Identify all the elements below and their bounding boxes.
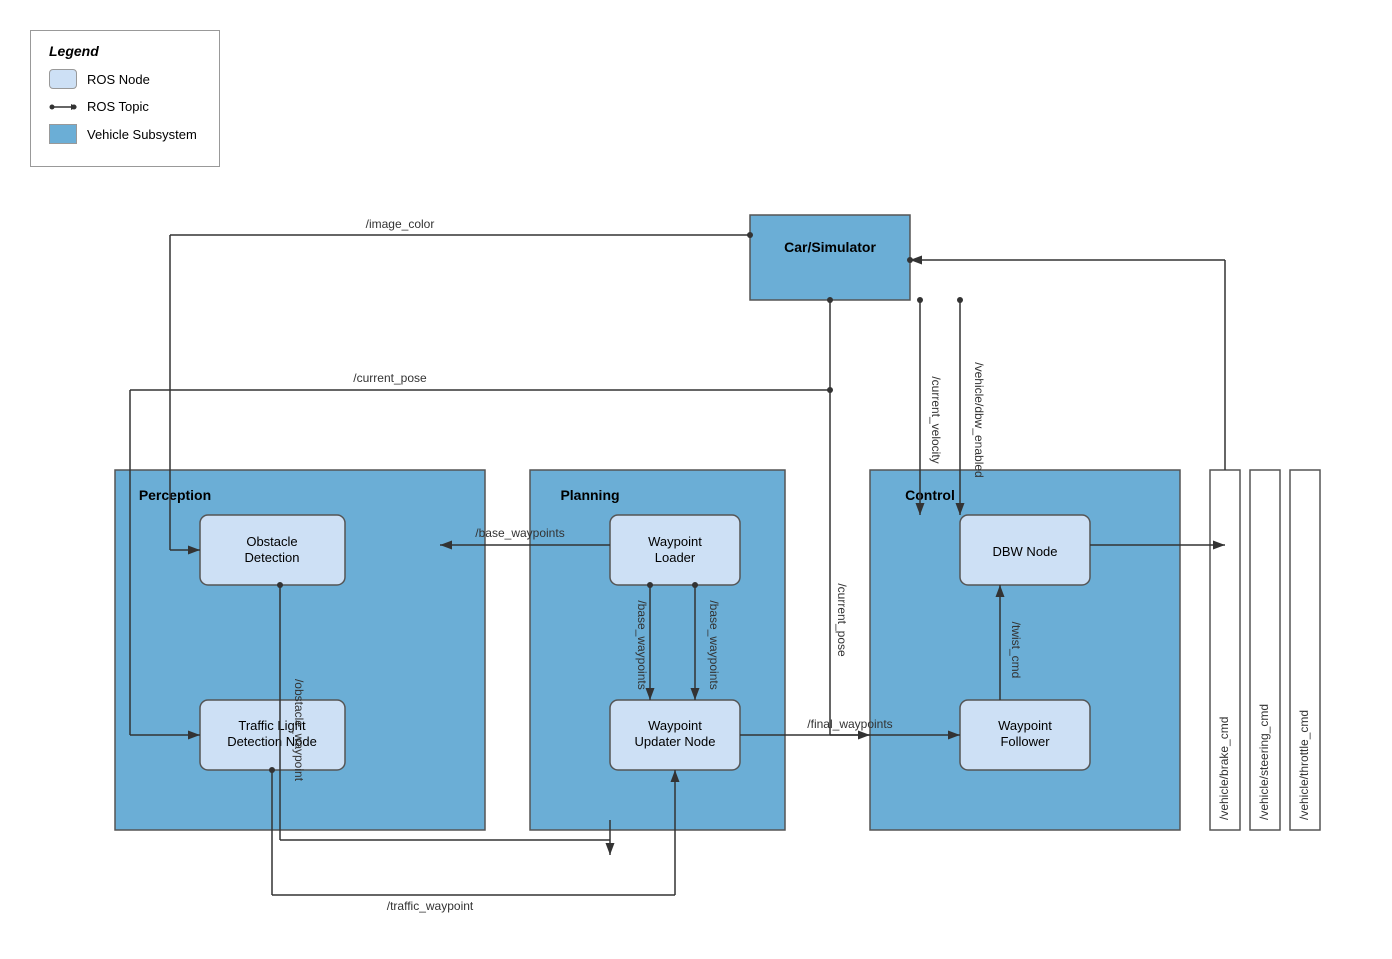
waypoint-follower-text2: Follower bbox=[1000, 734, 1050, 749]
current-pose-v-label: /current_pose bbox=[835, 583, 849, 657]
planning-label: Planning bbox=[560, 487, 619, 503]
base-waypoints-v1-label: /base_waypoints bbox=[635, 600, 649, 689]
image-color-label: /image_color bbox=[366, 217, 435, 231]
vehicle-brake-label: /vehicle/brake_cmd bbox=[1217, 717, 1231, 820]
current-velocity-label: /current_velocity bbox=[929, 376, 943, 463]
dbw-enabled-dot bbox=[957, 297, 963, 303]
obstacle-waypoint-dot bbox=[277, 582, 283, 588]
current-velocity-dot bbox=[917, 297, 923, 303]
base-waypoints-h-label: /base_waypoints bbox=[475, 526, 564, 540]
vehicle-throttle-label: /vehicle/throttle_cmd bbox=[1297, 710, 1311, 820]
vehicle-steering-label: /vehicle/steering_cmd bbox=[1257, 704, 1271, 820]
twist-cmd-label: /twist_cmd bbox=[1009, 622, 1023, 679]
current-pose-dot1 bbox=[827, 297, 833, 303]
traffic-wp-dot bbox=[269, 767, 275, 773]
image-color-dot bbox=[747, 232, 753, 238]
waypoint-updater-text1: Waypoint bbox=[648, 718, 702, 733]
base-waypoints-v2-label: /base_waypoints bbox=[707, 600, 721, 689]
car-simulator-bg bbox=[750, 215, 910, 300]
waypoint-updater-text2: Updater Node bbox=[635, 734, 716, 749]
final-waypoints-label: /final_waypoints bbox=[807, 717, 892, 731]
obstacle-detection-text1: Obstacle bbox=[246, 534, 297, 549]
base-waypoints-v1-dot bbox=[647, 582, 653, 588]
traffic-wp-label: /traffic_waypoint bbox=[387, 899, 474, 913]
diagram-svg: Car/Simulator Perception Obstacle Detect… bbox=[0, 0, 1392, 959]
dbw-enabled-label: /vehicle/dbw_enabled bbox=[972, 362, 986, 477]
base-waypoints-v2-dot bbox=[692, 582, 698, 588]
car-sim-dot1 bbox=[907, 257, 913, 263]
control-label: Control bbox=[905, 487, 955, 503]
car-simulator-label: Car/Simulator bbox=[784, 239, 876, 255]
obstacle-detection-text2: Detection bbox=[245, 550, 300, 565]
dbw-node-text: DBW Node bbox=[992, 544, 1057, 559]
current-pose-label: /current_pose bbox=[353, 371, 427, 385]
waypoint-loader-text2: Loader bbox=[655, 550, 696, 565]
waypoint-follower-text1: Waypoint bbox=[998, 718, 1052, 733]
waypoint-loader-text1: Waypoint bbox=[648, 534, 702, 549]
obstacle-waypoint-label: /obstacle_waypoint bbox=[292, 679, 306, 782]
perception-label: Perception bbox=[139, 487, 211, 503]
